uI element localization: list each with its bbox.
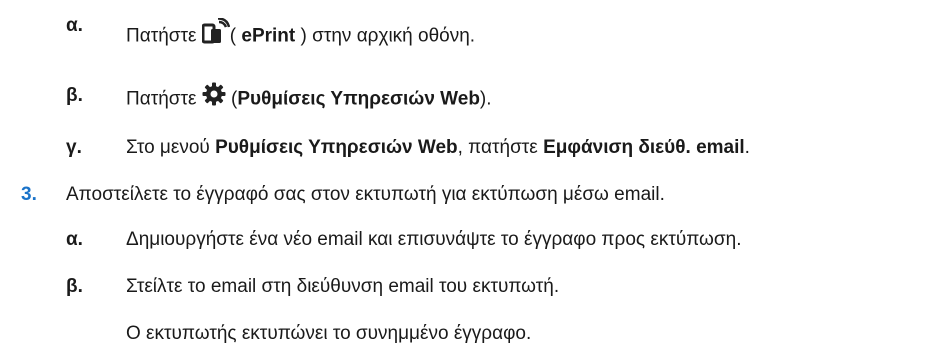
step-text-part: (: [225, 88, 238, 110]
step-text-part: Στο μενού: [126, 137, 216, 158]
gear-icon: [202, 82, 226, 113]
step-marker: β.: [66, 85, 83, 106]
step-marker: β.: [66, 276, 83, 297]
show-email-address-label: Εμφάνιση διεύθ. email: [543, 137, 745, 158]
step-marker: α.: [66, 15, 83, 36]
step-text: Στείλτε το email στη διεύθυνση email του…: [126, 276, 560, 297]
step-text-part: ) στην αρχική οθόνη.: [295, 25, 476, 47]
step-marker: α.: [66, 229, 83, 250]
result-text: Ο εκτυπωτής εκτυπώνει το συνημμένο έγγρα…: [126, 323, 532, 344]
step-text-part: Πατήστε: [126, 25, 197, 47]
step-text-part: Πατήστε: [126, 88, 197, 110]
step-text-part: (: [229, 25, 242, 47]
step-text-part: , πατήστε: [457, 137, 544, 158]
step-text-part: ).: [479, 88, 492, 110]
web-services-settings-label: Ρυθμίσεις Υπηρεσιών Web: [237, 88, 480, 110]
step-number: 3.: [21, 184, 37, 205]
step-text: Πατήστε ( ePrint ) στην αρχική οθόνη.: [126, 17, 476, 53]
step-marker: γ.: [66, 137, 82, 158]
step-text: Πατήστε (Ρυθμίσεις Υπηρεσιών Web).: [126, 82, 492, 115]
eprint-icon: [201, 17, 230, 51]
step-text-part: .: [744, 137, 750, 158]
step-text: Στο μενού Ρυθμίσεις Υπηρεσιών Web, πατήσ…: [126, 136, 750, 160]
step-text: Δημιουργήστε ένα νέο email και επισυνάψτ…: [126, 229, 742, 250]
eprint-label: ePrint: [241, 25, 296, 47]
step-text: Αποστείλετε το έγγραφό σας στον εκτυπωτή…: [66, 184, 665, 205]
web-services-settings-label: Ρυθμίσεις Υπηρεσιών Web: [215, 137, 458, 158]
